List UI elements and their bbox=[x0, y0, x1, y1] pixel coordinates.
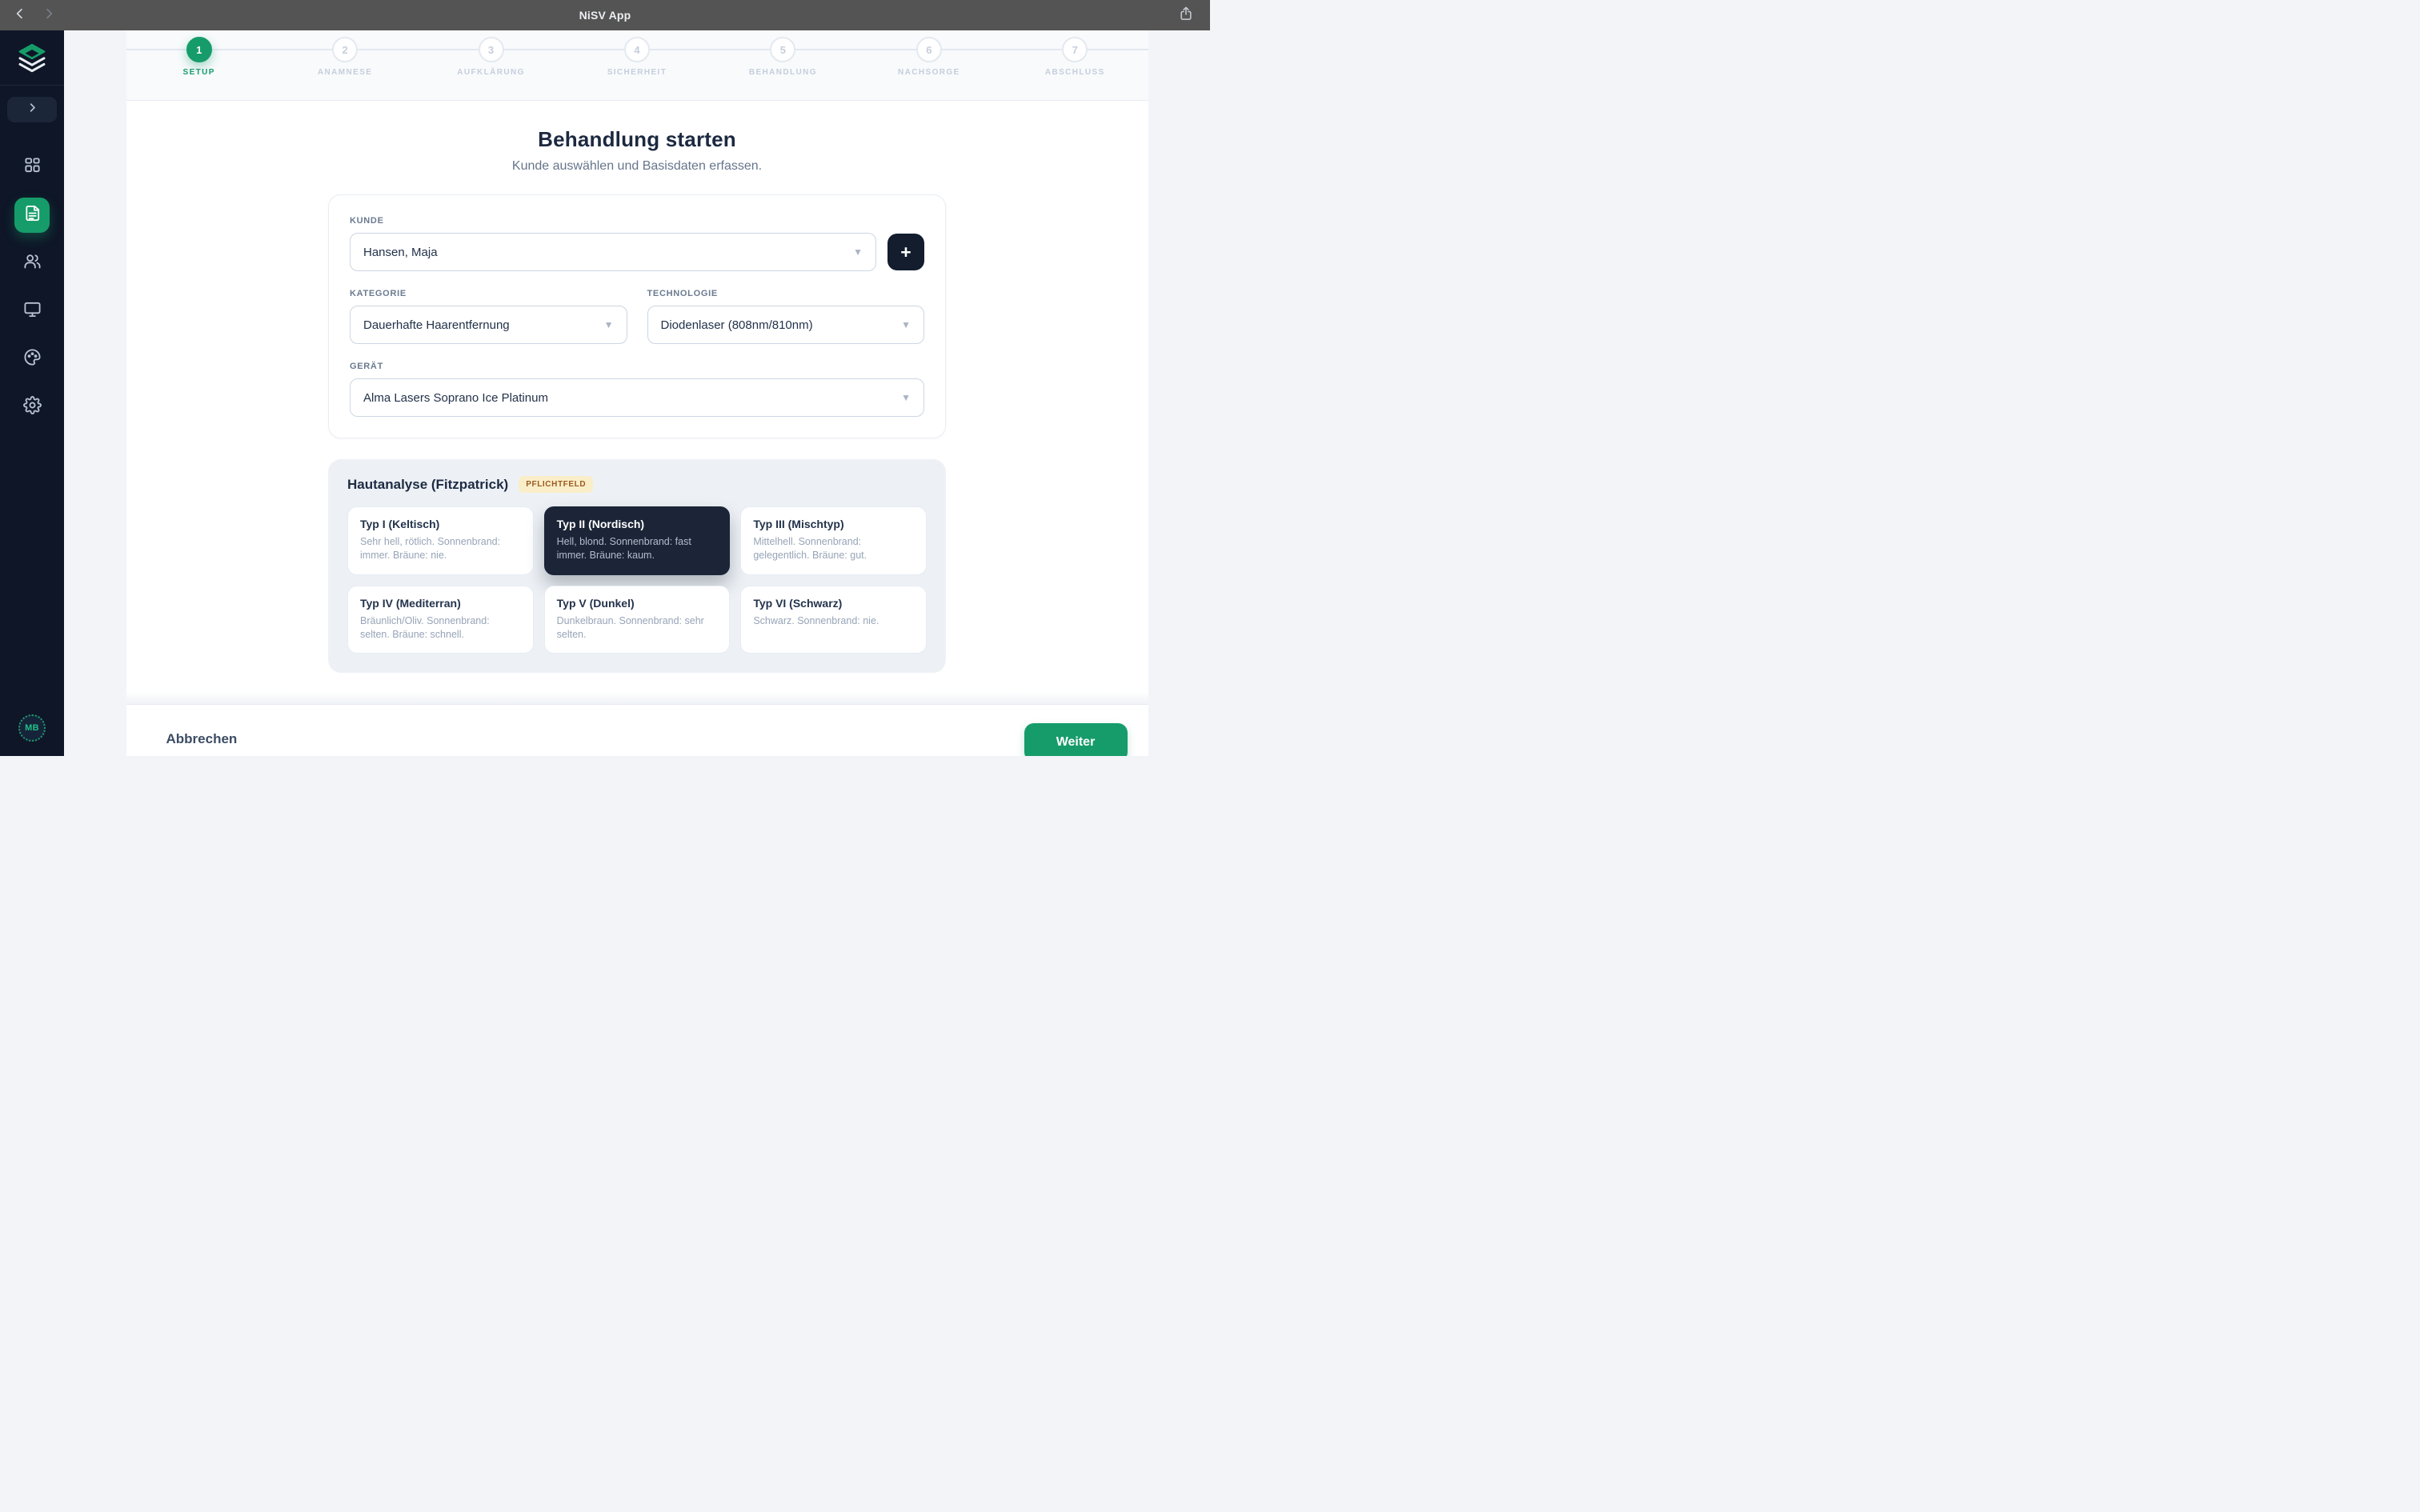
document-icon bbox=[23, 204, 42, 226]
step-content: Behandlung starten Kunde auswählen und B… bbox=[126, 102, 1148, 704]
base-data-card: KUNDE Hansen, Maja ▼ + KATEGORIE Dauerha… bbox=[328, 194, 946, 438]
skin-type-desc: Dunkelbraun. Sonnenbrand: sehr selten. bbox=[557, 614, 718, 642]
required-badge: PFLICHTFELD bbox=[519, 476, 593, 493]
skin-type-title: Typ V (Dunkel) bbox=[557, 597, 718, 610]
page-title: Behandlung starten bbox=[126, 127, 1148, 152]
step-number: 5 bbox=[770, 37, 795, 62]
next-button[interactable]: Weiter bbox=[1024, 723, 1128, 756]
app-logo-icon bbox=[16, 42, 48, 74]
skin-type-1[interactable]: Typ I (Keltisch) Sehr hell, rötlich. Son… bbox=[347, 506, 534, 575]
chevron-down-icon: ▼ bbox=[901, 392, 911, 403]
kategorie-label: KATEGORIE bbox=[350, 289, 627, 298]
geraet-select[interactable]: Alma Lasers Soprano Ice Platinum ▼ bbox=[350, 378, 924, 417]
window-title: NiSV App bbox=[579, 9, 631, 22]
skin-type-desc: Sehr hell, rötlich. Sonnenbrand: immer. … bbox=[360, 535, 521, 563]
skin-type-title: Typ I (Keltisch) bbox=[360, 518, 521, 530]
skin-type-6[interactable]: Typ VI (Schwarz) Schwarz. Sonnenbrand: n… bbox=[740, 586, 927, 654]
skin-type-title: Typ IV (Mediterran) bbox=[360, 597, 521, 610]
step-setup[interactable]: 1 SETUP bbox=[126, 37, 272, 100]
kunde-select[interactable]: Hansen, Maja ▼ bbox=[350, 233, 876, 271]
step-number: 4 bbox=[624, 37, 650, 62]
share-icon bbox=[1178, 6, 1194, 26]
skin-type-desc: Schwarz. Sonnenbrand: nie. bbox=[753, 614, 914, 628]
skin-type-title: Typ II (Nordisch) bbox=[557, 518, 718, 530]
sidebar-item-dashboard[interactable] bbox=[14, 150, 50, 185]
step-abschluss[interactable]: 7 ABSCHLUSS bbox=[1002, 37, 1148, 100]
step-number: 2 bbox=[332, 37, 358, 62]
main-area: 1 SETUP 2 ANAMNESE 3 AUFKLÄRUNG 4 SICHER… bbox=[64, 30, 1210, 756]
skin-type-desc: Bräunlich/Oliv. Sonnenbrand: selten. Brä… bbox=[360, 614, 521, 642]
kunde-label: KUNDE bbox=[350, 216, 924, 226]
chevron-down-icon: ▼ bbox=[853, 246, 863, 258]
step-number: 6 bbox=[916, 37, 942, 62]
technologie-label: TECHNOLOGIE bbox=[647, 289, 925, 298]
skin-type-title: Typ III (Mischtyp) bbox=[753, 518, 914, 530]
skin-type-5[interactable]: Typ V (Dunkel) Dunkelbraun. Sonnenbrand:… bbox=[544, 586, 731, 654]
technologie-select[interactable]: Diodenlaser (808nm/810nm) ▼ bbox=[647, 306, 925, 344]
chevron-left-icon bbox=[14, 7, 26, 24]
cancel-button[interactable]: Abbrechen bbox=[166, 731, 238, 756]
step-label: ABSCHLUSS bbox=[1045, 68, 1105, 77]
technologie-select-value: Diodenlaser (808nm/810nm) bbox=[661, 318, 813, 332]
palette-icon bbox=[23, 348, 42, 370]
skin-analysis-card: Hautanalyse (Fitzpatrick) PFLICHTFELD Ty… bbox=[328, 459, 946, 673]
skin-type-4[interactable]: Typ IV (Mediterran) Bräunlich/Oliv. Sonn… bbox=[347, 586, 534, 654]
sidebar-divider bbox=[0, 85, 64, 86]
dashboard-grid-icon bbox=[23, 156, 42, 178]
share-button[interactable] bbox=[1175, 4, 1197, 26]
step-behandlung[interactable]: 5 BEHANDLUNG bbox=[710, 37, 855, 100]
step-label: BEHANDLUNG bbox=[749, 68, 817, 77]
window-titlebar: NiSV App bbox=[0, 0, 1210, 30]
chevron-down-icon: ▼ bbox=[604, 319, 614, 330]
step-label: ANAMNESE bbox=[318, 68, 372, 77]
chevron-right-icon bbox=[26, 102, 38, 118]
step-number: 3 bbox=[479, 37, 504, 62]
page-subtitle: Kunde auswählen und Basisdaten erfassen. bbox=[126, 159, 1148, 174]
wizard-stepper: 1 SETUP 2 ANAMNESE 3 AUFKLÄRUNG 4 SICHER… bbox=[126, 30, 1148, 101]
geraet-select-value: Alma Lasers Soprano Ice Platinum bbox=[363, 391, 548, 405]
forward-button[interactable] bbox=[40, 6, 58, 24]
skin-type-title: Typ VI (Schwarz) bbox=[753, 597, 914, 610]
sidebar: MB bbox=[0, 30, 64, 756]
step-aufklaerung[interactable]: 3 AUFKLÄRUNG bbox=[418, 37, 563, 100]
skin-type-desc: Mittelhell. Sonnenbrand: gelegentlich. B… bbox=[753, 535, 914, 563]
kategorie-select-value: Dauerhafte Haarentfernung bbox=[363, 318, 510, 332]
step-label: AUFKLÄRUNG bbox=[457, 68, 525, 77]
chevron-right-icon bbox=[42, 7, 55, 24]
geraet-label: GERÄT bbox=[350, 362, 924, 371]
wizard-footer: Abbrechen Weiter bbox=[126, 704, 1148, 756]
sidebar-item-settings[interactable] bbox=[14, 390, 50, 425]
sidebar-item-customers[interactable] bbox=[14, 246, 50, 281]
sidebar-item-treatments[interactable] bbox=[14, 198, 50, 233]
sidebar-item-appearance[interactable] bbox=[14, 342, 50, 377]
step-number: 7 bbox=[1062, 37, 1088, 62]
kunde-select-value: Hansen, Maja bbox=[363, 246, 438, 259]
sidebar-expand-button[interactable] bbox=[7, 97, 57, 122]
step-number: 1 bbox=[186, 37, 212, 62]
kategorie-select[interactable]: Dauerhafte Haarentfernung ▼ bbox=[350, 306, 627, 344]
monitor-icon bbox=[23, 300, 42, 322]
scroll-fade bbox=[126, 691, 1148, 704]
skin-analysis-title: Hautanalyse (Fitzpatrick) bbox=[347, 477, 508, 493]
skin-type-2[interactable]: Typ II (Nordisch) Hell, blond. Sonnenbra… bbox=[544, 506, 731, 575]
chevron-down-icon: ▼ bbox=[901, 319, 911, 330]
gear-icon bbox=[23, 396, 42, 418]
back-button[interactable] bbox=[11, 6, 29, 24]
skin-type-desc: Hell, blond. Sonnenbrand: fast immer. Br… bbox=[557, 535, 718, 563]
add-customer-button[interactable]: + bbox=[887, 234, 924, 270]
step-label: NACHSORGE bbox=[898, 68, 960, 77]
step-label: SICHERHEIT bbox=[607, 68, 667, 77]
step-sicherheit[interactable]: 4 SICHERHEIT bbox=[564, 37, 710, 100]
skin-type-3[interactable]: Typ III (Mischtyp) Mittelhell. Sonnenbra… bbox=[740, 506, 927, 575]
step-nachsorge[interactable]: 6 NACHSORGE bbox=[856, 37, 1002, 100]
user-avatar[interactable]: MB bbox=[18, 714, 46, 742]
step-label: SETUP bbox=[183, 68, 215, 77]
step-anamnese[interactable]: 2 ANAMNESE bbox=[272, 37, 418, 100]
users-icon bbox=[23, 252, 42, 274]
sidebar-item-devices[interactable] bbox=[14, 294, 50, 329]
